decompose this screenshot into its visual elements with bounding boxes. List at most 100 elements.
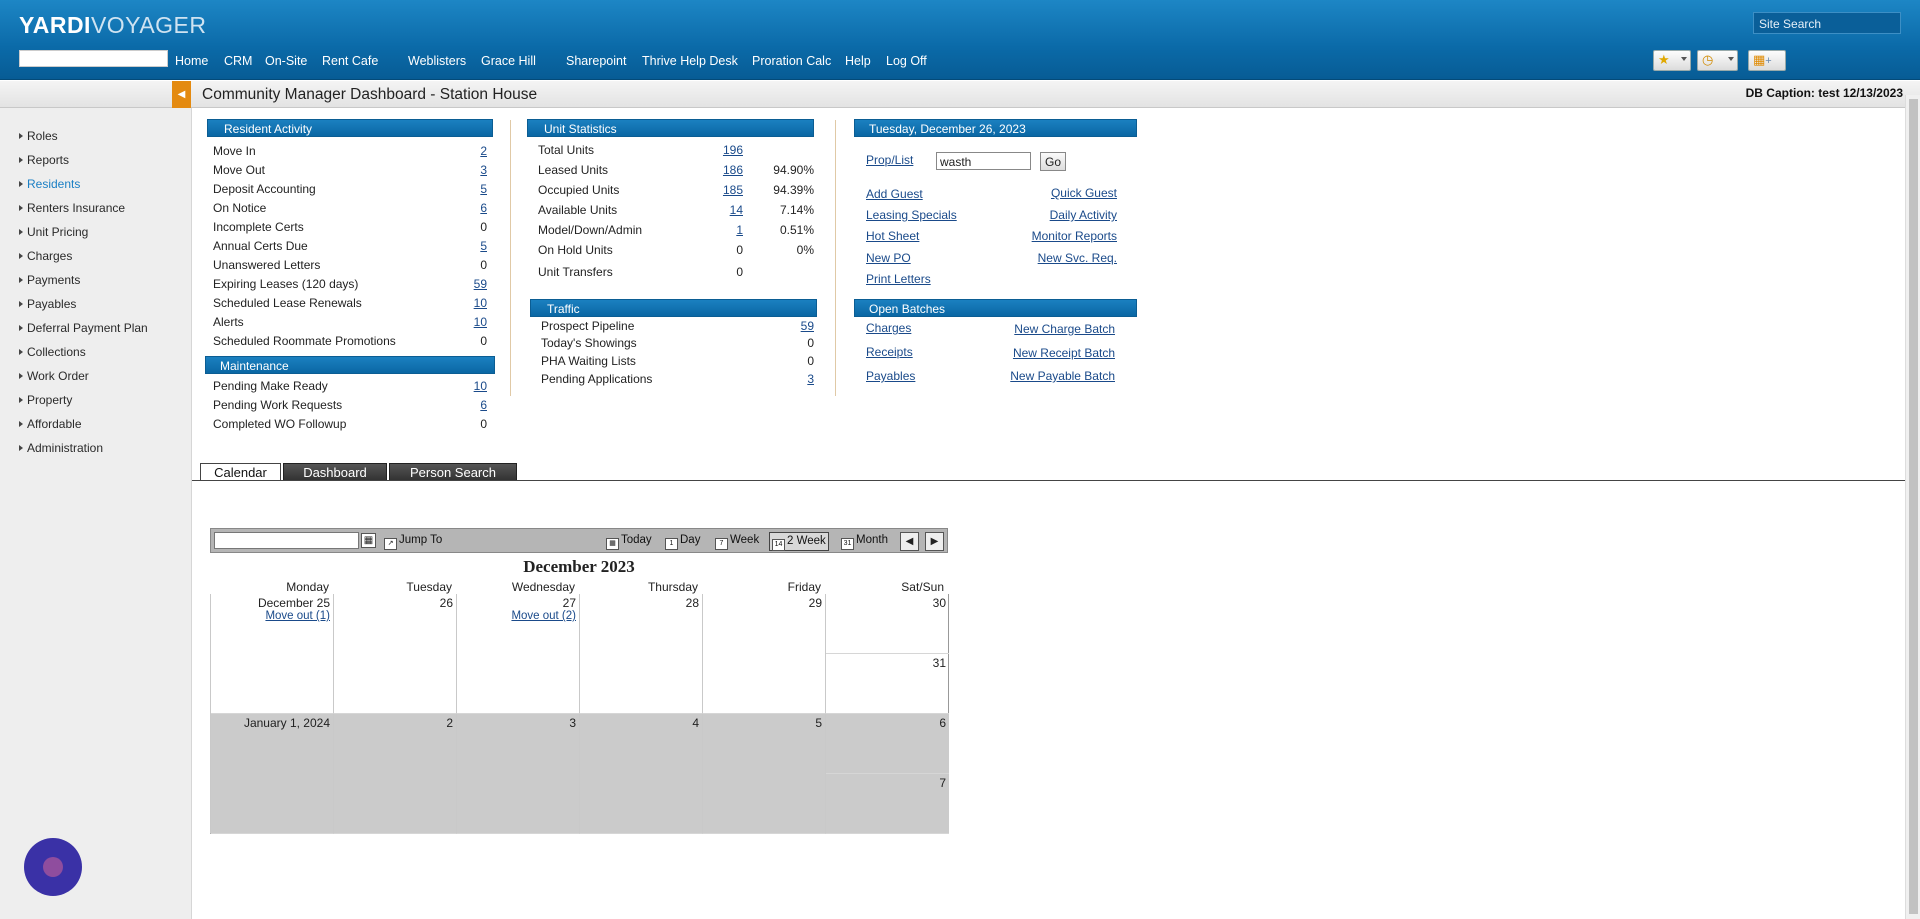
nav-crm[interactable]: CRM	[224, 54, 252, 68]
quick-link[interactable]: Monitor Reports	[960, 229, 1117, 243]
nav-proration-calc[interactable]: Proration Calc	[752, 54, 831, 68]
nav-sharepoint[interactable]: Sharepoint	[566, 54, 626, 68]
maintenance-count-link[interactable]: 6	[440, 398, 487, 412]
sidebar-item-reports[interactable]: Reports	[19, 153, 69, 167]
calendar-day-cell[interactable]: 6	[826, 714, 949, 774]
nav-help[interactable]: Help	[845, 54, 871, 68]
unit-stat-count-link[interactable]: 196	[700, 143, 743, 157]
sidebar-item-collections[interactable]: Collections	[19, 345, 86, 359]
go-button[interactable]: Go	[1040, 152, 1066, 171]
next-button[interactable]: ▶	[925, 532, 944, 551]
sidebar-item-payments[interactable]: Payments	[19, 273, 80, 287]
unit-stat-count-link[interactable]: 185	[700, 183, 743, 197]
calendar-day-cell[interactable]: 2	[334, 714, 457, 834]
unit-stat-count-link[interactable]: 186	[700, 163, 743, 177]
calendar-picker-icon[interactable]: ▦	[361, 533, 376, 548]
traffic-count-link[interactable]: 3	[770, 372, 814, 386]
calendar-day-cell[interactable]: 7	[826, 774, 949, 834]
jump-date-input[interactable]	[214, 532, 359, 549]
favorites-button[interactable]: ★	[1653, 50, 1691, 71]
calendar-day-cell[interactable]: 27 Move out (2)	[457, 594, 580, 714]
sidebar-item-administration[interactable]: Administration	[19, 441, 103, 455]
sidebar-item-property[interactable]: Property	[19, 393, 72, 407]
page-scrollbar[interactable]	[1905, 95, 1920, 919]
activity-count-link[interactable]: 6	[440, 201, 487, 215]
history-button[interactable]: ◷	[1697, 50, 1738, 71]
tab-calendar[interactable]: Calendar	[200, 463, 281, 481]
property-nav-input[interactable]	[19, 50, 168, 67]
view-day-button[interactable]: 1 Day	[663, 532, 702, 551]
quick-link[interactable]: Leasing Specials	[866, 208, 957, 222]
calendar-date: January 1, 2024	[243, 716, 330, 730]
sidebar-item-unit-pricing[interactable]: Unit Pricing	[19, 225, 88, 239]
nav-thrive-help-desk[interactable]: Thrive Help Desk	[642, 54, 738, 68]
batch-link[interactable]: Payables	[866, 369, 915, 383]
calendar-event-link[interactable]: Move out (1)	[265, 610, 330, 622]
calendar-day-cell[interactable]: 29	[703, 594, 826, 714]
sidebar-item-payables[interactable]: Payables	[19, 297, 76, 311]
calendar-day-cell[interactable]: 5	[703, 714, 826, 834]
traffic-count-link[interactable]: 59	[770, 319, 814, 333]
dashboard-tiles-button[interactable]: ▦+	[1748, 50, 1786, 71]
view-2-week-button[interactable]: 14 2 Week	[769, 532, 829, 551]
sidebar-item-work-order[interactable]: Work Order	[19, 369, 89, 383]
calendar-day-cell[interactable]: 28	[580, 594, 703, 714]
quick-link[interactable]: Hot Sheet	[866, 229, 919, 243]
unit-stat-count-link[interactable]: 1	[700, 223, 743, 237]
prop-list-input[interactable]: wasth	[936, 152, 1031, 170]
calendar-day-cell[interactable]: 3	[457, 714, 580, 834]
activity-count-link[interactable]: 5	[440, 182, 487, 196]
chat-assistant-button[interactable]	[24, 838, 82, 896]
site-search-input[interactable]: Site Search	[1753, 12, 1901, 34]
activity-count-link[interactable]: 5	[440, 239, 487, 253]
activity-count-link[interactable]: 10	[440, 296, 487, 310]
quick-link[interactable]: New PO	[866, 251, 911, 265]
sidebar-item-deferral-payment-plan[interactable]: Deferral Payment Plan	[19, 321, 148, 335]
calendar-day-cell[interactable]: 31	[826, 654, 949, 714]
batch-link[interactable]: Charges	[866, 321, 911, 335]
batch-link[interactable]: Receipts	[866, 345, 913, 359]
calendar-event-link[interactable]: Move out (2)	[511, 610, 576, 622]
quick-link[interactable]: Daily Activity	[960, 208, 1117, 222]
prop-list-link[interactable]: Prop/List	[866, 153, 913, 167]
calendar-day-cell[interactable]: 30	[826, 594, 949, 654]
calendar-day-cell[interactable]: January 1, 2024	[211, 714, 334, 834]
activity-count-link[interactable]: 59	[440, 277, 487, 291]
view-week-button[interactable]: 7 Week	[713, 532, 761, 551]
new-batch-link[interactable]: New Payable Batch	[960, 369, 1115, 383]
activity-count-link[interactable]: 10	[440, 315, 487, 329]
view-today-button[interactable]: ▦ Today	[604, 532, 654, 551]
sidebar-item-affordable[interactable]: Affordable	[19, 417, 82, 431]
tab-dashboard[interactable]: Dashboard	[283, 463, 387, 481]
nav-home[interactable]: Home	[175, 54, 208, 68]
sidebar-item-residents[interactable]: Residents	[19, 177, 80, 191]
previous-button[interactable]: ◀	[900, 532, 919, 551]
collapse-sidebar-button[interactable]: ◀	[172, 81, 191, 108]
sidebar-item-roles[interactable]: Roles	[19, 129, 58, 143]
nav-on-site[interactable]: On-Site	[265, 54, 307, 68]
activity-count-link[interactable]: 2	[440, 144, 487, 158]
yardi-voyager-logo[interactable]: YARDIVOYAGER	[19, 12, 207, 39]
nav-rent-cafe[interactable]: Rent Cafe	[322, 54, 378, 68]
quick-link[interactable]: Add Guest	[866, 187, 923, 201]
nav-weblisters[interactable]: Weblisters	[408, 54, 466, 68]
calendar-day-cell[interactable]: December 25 Move out (1)	[211, 594, 334, 714]
quick-link[interactable]: New Svc. Req.	[960, 251, 1117, 265]
calendar-day-cell[interactable]: 4	[580, 714, 703, 834]
unit-stat-count-link[interactable]: 14	[700, 203, 743, 217]
jump-to-button[interactable]: ↗ Jump To	[382, 532, 444, 551]
new-batch-link[interactable]: New Receipt Batch	[960, 346, 1115, 360]
activity-count-link[interactable]: 3	[440, 163, 487, 177]
maintenance-count-link[interactable]: 10	[440, 379, 487, 393]
quick-link[interactable]: Quick Guest	[960, 186, 1117, 200]
nav-grace-hill[interactable]: Grace Hill	[481, 54, 536, 68]
sidebar-item-renters-insurance[interactable]: Renters Insurance	[19, 201, 125, 215]
new-batch-link[interactable]: New Charge Batch	[960, 322, 1115, 336]
nav-log-off[interactable]: Log Off	[886, 54, 927, 68]
quick-link[interactable]: Print Letters	[866, 272, 931, 286]
sidebar-item-charges[interactable]: Charges	[19, 249, 72, 263]
tab-person-search[interactable]: Person Search	[389, 463, 517, 481]
scrollbar-thumb[interactable]	[1909, 99, 1918, 914]
view-month-button[interactable]: 31 Month	[839, 532, 890, 551]
calendar-day-cell[interactable]: 26	[334, 594, 457, 714]
